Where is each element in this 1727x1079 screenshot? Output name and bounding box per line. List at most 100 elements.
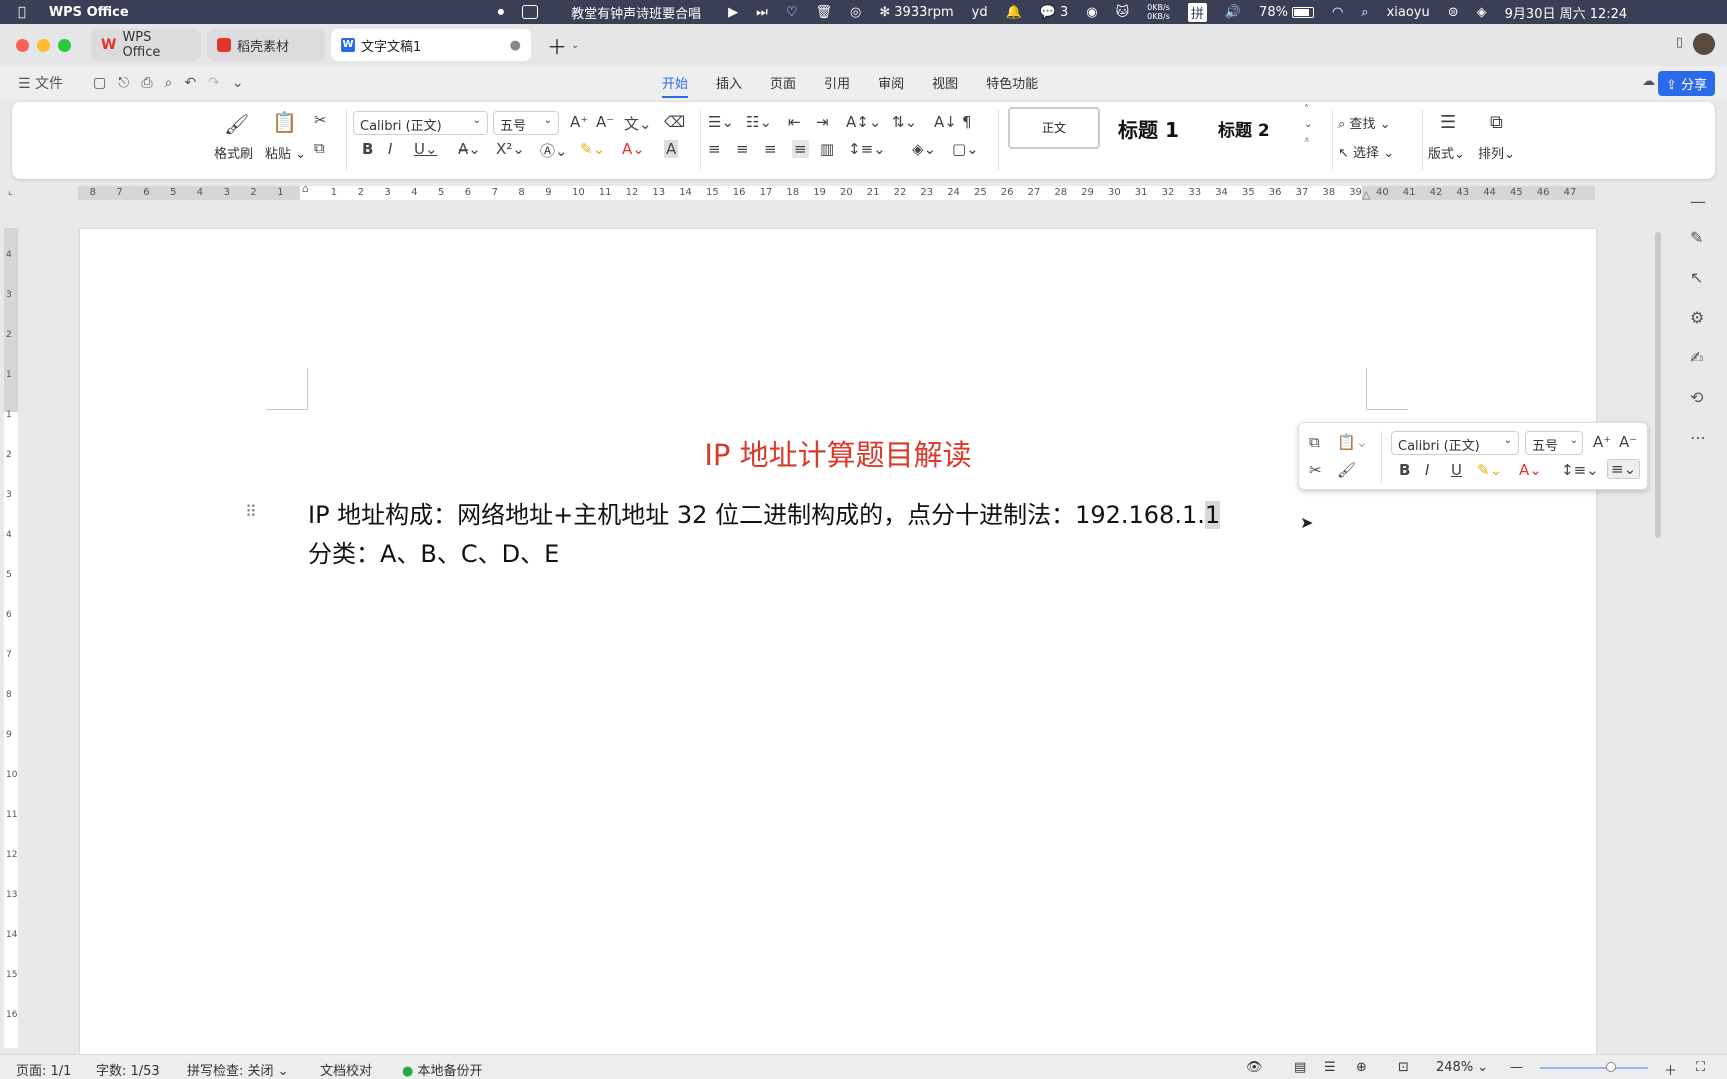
new-tab-button[interactable]: ＋	[547, 31, 567, 60]
fullscreen-icon[interactable]: ⛶	[1696, 1060, 1705, 1075]
tab-review[interactable]: 审阅	[878, 69, 904, 98]
paste-icon[interactable]: 📋⌄	[1337, 433, 1368, 451]
apple-icon[interactable]: 	[18, 5, 26, 20]
highlight-icon[interactable]: ✎⌄	[1477, 461, 1502, 479]
distribute-icon[interactable]: ▥	[820, 140, 834, 158]
justify-icon[interactable]: ≡	[792, 140, 809, 158]
zoom-in-icon[interactable]: ＋	[1664, 1060, 1677, 1079]
style-normal[interactable]: 正文	[1008, 107, 1100, 149]
zoom-window-button[interactable]	[58, 38, 71, 52]
media-icon[interactable]: ◉	[1086, 5, 1097, 20]
cat-icon[interactable]: 🐱	[1116, 5, 1130, 20]
unsaved-dot-icon[interactable]: ●	[510, 38, 521, 53]
phonetic-icon[interactable]: 文⌄	[624, 113, 652, 134]
undo-icon[interactable]: ↶	[184, 75, 196, 91]
clear-format-icon[interactable]: ⌫	[664, 113, 685, 131]
siri-icon[interactable]: ◈	[1477, 5, 1487, 20]
play-icon[interactable]: ▶	[728, 5, 738, 20]
next-icon[interactable]: ⏭	[756, 5, 768, 20]
horizontal-ruler[interactable]: ⌞ 8 7 6 5 4 3 2 1 1 2 3 4 5 6 7 8 9 10 11 12 13 14 15 16 17 18 19 2…	[0, 182, 1727, 204]
paste-label[interactable]: 粘贴 ⌄	[265, 143, 306, 162]
italic-icon[interactable]: I	[388, 140, 392, 158]
outline-view-icon[interactable]: ☰	[1324, 1060, 1336, 1075]
fan-speed[interactable]: ✻ 3933rpm	[879, 5, 953, 20]
layout-label[interactable]: 版式⌄	[1428, 143, 1465, 162]
zoom-level[interactable]: 248% ⌄	[1436, 1060, 1488, 1075]
format-painter-icon[interactable]: 🖌	[1337, 461, 1356, 479]
notification-icon[interactable]: 🔔	[1006, 5, 1022, 20]
font-size-select[interactable]: 五号 ⌄	[493, 111, 559, 135]
web-view-icon[interactable]: ⊕	[1356, 1060, 1367, 1075]
copy-icon[interactable]: ⧉	[1309, 433, 1320, 451]
wechat-status[interactable]: 💬 3	[1040, 5, 1068, 20]
save-icon[interactable]: ▢	[93, 75, 106, 91]
heart-icon[interactable]: ♡	[786, 5, 798, 20]
tab-home[interactable]: 开始	[662, 69, 689, 98]
file-menu[interactable]: ☰ 文件	[18, 73, 63, 93]
align-center-icon[interactable]: ≡	[736, 140, 749, 158]
vertical-ruler[interactable]: 4 3 2 1 1 2 3 4 5 6 7 8 9 10 11 12 13 14 15 16	[4, 228, 18, 1048]
text-effect-icon[interactable]: Ⓐ⌄	[540, 140, 568, 161]
format-painter-label[interactable]: 格式刷	[214, 143, 253, 162]
find-button[interactable]: ⌕ 查找 ⌄	[1338, 113, 1390, 132]
close-window-button[interactable]	[16, 38, 29, 52]
tab-view[interactable]: 视图	[932, 69, 958, 98]
font-name-select[interactable]: Calibri (正文) ⌄	[353, 111, 488, 135]
share-button[interactable]: ⇪ 分享	[1657, 71, 1715, 96]
styles-more-chevron-icon[interactable]: ⌄	[1304, 119, 1312, 130]
tab-page[interactable]: 页面	[770, 69, 796, 98]
layout-icon[interactable]: ☰	[1440, 112, 1456, 133]
strikethrough-icon[interactable]: A̶⌄	[458, 140, 481, 158]
netease-icon[interactable]: ◎	[850, 5, 861, 20]
tab-features[interactable]: 特色功能	[986, 69, 1038, 98]
arrange-label[interactable]: 排列⌄	[1478, 143, 1515, 162]
char-shading-icon[interactable]: A	[664, 140, 679, 158]
clock[interactable]: 9月30日 周六 12:24	[1505, 3, 1628, 22]
paragraph-ip-classes[interactable]: 分类：A、B、C、D、E	[308, 534, 559, 569]
cut-icon[interactable]: ✂	[1309, 461, 1322, 479]
font-color-icon[interactable]: A⌄	[1519, 461, 1542, 479]
tab-list-chevron-icon[interactable]: ⌄	[571, 40, 579, 51]
avatar[interactable]	[1693, 33, 1715, 55]
border-icon[interactable]: ▢⌄	[952, 140, 979, 158]
grow-font-icon[interactable]: A⁺	[570, 113, 588, 131]
more-icon[interactable]: ⋯	[1690, 428, 1706, 447]
font-color-icon[interactable]: A⌄	[622, 140, 645, 158]
bold-icon[interactable]: B	[362, 140, 373, 158]
sign-icon[interactable]: ✍	[1690, 348, 1703, 367]
tab-references[interactable]: 引用	[824, 69, 850, 98]
copy-icon[interactable]: ⧉	[314, 139, 325, 157]
zoom-slider-knob[interactable]	[1606, 1062, 1616, 1072]
redo-icon[interactable]: ↷	[208, 75, 220, 91]
styles-scroll-up-icon[interactable]: ˄	[1304, 104, 1309, 115]
right-indent-marker-icon[interactable]: △	[1362, 188, 1370, 201]
float-font-size-select[interactable]: 五号 ⌄	[1525, 431, 1583, 455]
control-center-icon[interactable]: ⊜	[1448, 5, 1459, 20]
word-count[interactable]: 字数: 1/53	[96, 1060, 160, 1079]
paragraph-ip-composition[interactable]: IP 地址构成：网络地址+主机地址 32 位二进制构成的，点分十进制法：192.…	[308, 495, 1221, 530]
increase-indent-icon[interactable]: ⇥	[816, 113, 829, 131]
select-tool-icon[interactable]: ↖	[1690, 268, 1703, 287]
fit-page-icon[interactable]: ⊡	[1398, 1060, 1409, 1075]
wifi-icon[interactable]: ◠	[1332, 5, 1343, 20]
style-heading-2[interactable]: 标题 2	[1218, 116, 1270, 141]
document-page[interactable]: IP 地址计算题目解读 ⠿ IP 地址构成：网络地址+主机地址 32 位二进制构…	[80, 229, 1596, 1059]
bullet-list-icon[interactable]: ☰⌄	[708, 113, 734, 131]
tab-document[interactable]: W 文字文稿1 ●	[331, 29, 531, 61]
arrange-icon[interactable]: ⧉	[1490, 112, 1503, 133]
print-icon[interactable]: ⎙	[141, 75, 152, 91]
float-font-name-select[interactable]: Calibri (正文) ⌄	[1391, 431, 1519, 455]
line-spacing-icon[interactable]: ↕≡⌄	[1561, 461, 1599, 479]
page-view-icon[interactable]: ▤	[1294, 1060, 1306, 1075]
ime-indicator[interactable]: 拼	[1187, 2, 1207, 22]
paste-icon[interactable]: 📋	[272, 110, 297, 134]
decrease-indent-icon[interactable]: ⇤	[788, 113, 801, 131]
tab-docer[interactable]: 稻壳素材	[207, 29, 325, 61]
pen-icon[interactable]: ✎	[1690, 228, 1703, 247]
select-button[interactable]: ↖ 选择 ⌄	[1338, 142, 1394, 161]
show-marks-icon[interactable]: ¶	[962, 113, 972, 131]
sort-az-icon[interactable]: A↓	[934, 113, 957, 131]
app-name[interactable]: WPS Office	[49, 5, 129, 20]
underline-icon[interactable]: U	[1451, 461, 1462, 479]
wps-tray-icon[interactable]	[522, 5, 539, 19]
